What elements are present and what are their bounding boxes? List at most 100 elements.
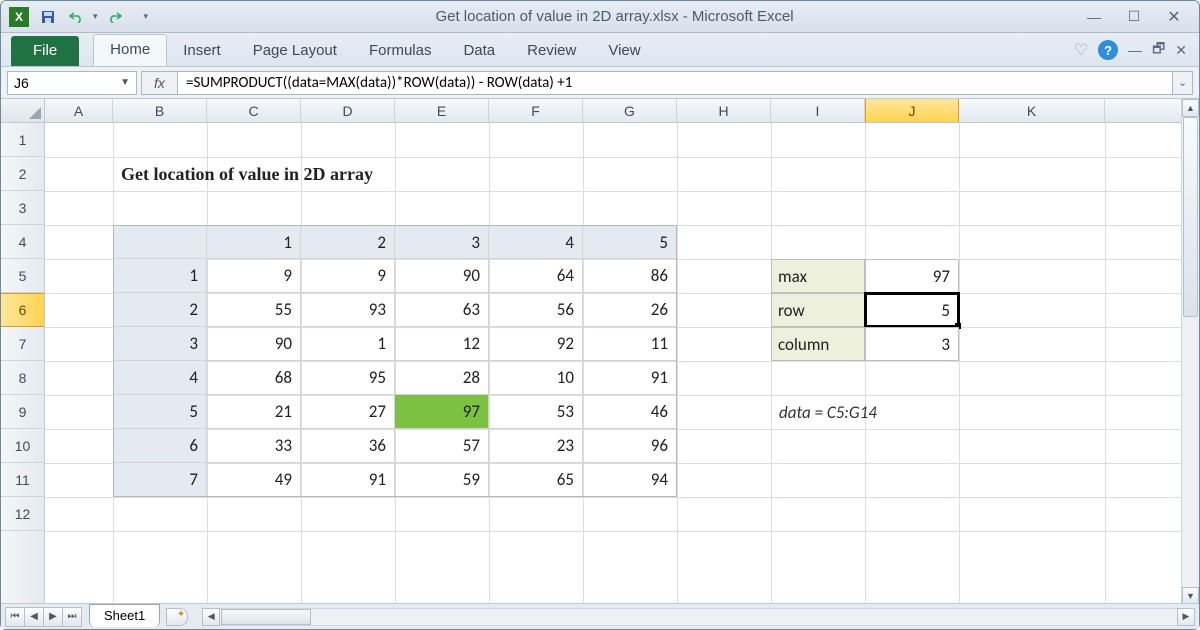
- row-headers: 123456789101112: [1, 123, 45, 605]
- maximize-button[interactable]: ☐: [1121, 8, 1147, 26]
- data-cell: 68: [207, 361, 301, 395]
- data-cell: 53: [489, 395, 583, 429]
- column-header-H[interactable]: H: [677, 99, 771, 122]
- scroll-right-button[interactable]: ▶: [1177, 608, 1195, 626]
- formula-input[interactable]: [177, 71, 1173, 95]
- scroll-up-button[interactable]: ▲: [1182, 99, 1199, 117]
- table-row-header: 2: [113, 293, 207, 327]
- row-header-11[interactable]: 11: [1, 463, 44, 497]
- redo-icon[interactable]: [104, 6, 126, 28]
- data-cell: 27: [301, 395, 395, 429]
- data-cell: 59: [395, 463, 489, 497]
- column-header-A[interactable]: A: [45, 99, 113, 122]
- table-corner: [113, 225, 207, 259]
- data-cell: 93: [301, 293, 395, 327]
- summary-label-column: column: [771, 327, 865, 361]
- fx-icon[interactable]: fx: [141, 71, 177, 95]
- row-header-12[interactable]: 12: [1, 497, 44, 531]
- data-cell: 9: [207, 259, 301, 293]
- table-col-header: 4: [489, 225, 583, 259]
- column-header-D[interactable]: D: [301, 99, 395, 122]
- ribbon-tabs: File Home Insert Page Layout Formulas Da…: [1, 33, 1199, 67]
- next-sheet-button[interactable]: ▶: [43, 607, 63, 627]
- data-cell: 91: [583, 361, 677, 395]
- tab-page-layout[interactable]: Page Layout: [237, 36, 353, 66]
- table-row-header: 1: [113, 259, 207, 293]
- row-header-7[interactable]: 7: [1, 327, 44, 361]
- summary-label-row: row: [771, 293, 865, 327]
- column-header-I[interactable]: I: [771, 99, 865, 122]
- data-cell: 94: [583, 463, 677, 497]
- row-header-3[interactable]: 3: [1, 191, 44, 225]
- prev-sheet-button[interactable]: ◀: [24, 607, 44, 627]
- data-cell: 26: [583, 293, 677, 327]
- undo-icon[interactable]: [65, 6, 87, 28]
- table-row-header: 3: [113, 327, 207, 361]
- sheet-title: Get location of value in 2D array: [113, 157, 677, 191]
- data-cell: 36: [301, 429, 395, 463]
- first-sheet-button[interactable]: ⏮: [5, 607, 25, 627]
- column-header-K[interactable]: K: [959, 99, 1105, 122]
- data-cell: 21: [207, 395, 301, 429]
- scroll-left-button[interactable]: ◀: [202, 608, 220, 626]
- data-cell: 11: [583, 327, 677, 361]
- tab-view[interactable]: View: [592, 36, 656, 66]
- data-cell: 90: [395, 259, 489, 293]
- cells-canvas[interactable]: Get location of value in 2D array1234519…: [45, 123, 1181, 605]
- column-header-C[interactable]: C: [207, 99, 301, 122]
- name-box-value: J6: [14, 75, 29, 91]
- table-col-header: 2: [301, 225, 395, 259]
- save-icon[interactable]: [37, 6, 59, 28]
- data-cell: 1: [301, 327, 395, 361]
- tab-home[interactable]: Home: [93, 34, 167, 66]
- file-tab[interactable]: File: [11, 36, 79, 66]
- last-sheet-button[interactable]: ⏭: [62, 607, 82, 627]
- undo-dropdown-icon[interactable]: ▾: [93, 11, 98, 22]
- minimize-button[interactable]: —: [1081, 8, 1107, 26]
- worksheet-grid[interactable]: ABCDEFGHIJK 123456789101112 Get location…: [1, 99, 1199, 605]
- column-header-F[interactable]: F: [489, 99, 583, 122]
- tab-data[interactable]: Data: [447, 36, 511, 66]
- name-box-dropdown-icon[interactable]: ▼: [120, 77, 130, 88]
- select-all-corner[interactable]: [1, 99, 45, 123]
- sheet-tab-bar: ⏮ ◀ ▶ ⏭ Sheet1 ◀ ▶: [1, 603, 1199, 629]
- column-header-J[interactable]: J: [865, 99, 959, 122]
- help-icon[interactable]: ?: [1098, 40, 1118, 60]
- new-sheet-button[interactable]: [166, 608, 188, 626]
- data-cell: 23: [489, 429, 583, 463]
- column-headers: ABCDEFGHIJK: [45, 99, 1181, 123]
- row-header-4[interactable]: 4: [1, 225, 44, 259]
- row-header-9[interactable]: 9: [1, 395, 44, 429]
- vertical-scroll-thumb[interactable]: [1183, 117, 1198, 317]
- column-header-B[interactable]: B: [113, 99, 207, 122]
- tab-insert[interactable]: Insert: [167, 36, 237, 66]
- vertical-scrollbar[interactable]: ▲ ▼: [1181, 99, 1199, 605]
- row-header-1[interactable]: 1: [1, 123, 44, 157]
- row-header-6[interactable]: 6: [1, 293, 44, 327]
- expand-formula-bar-icon[interactable]: ⌄: [1173, 71, 1193, 95]
- data-cell: 65: [489, 463, 583, 497]
- row-header-10[interactable]: 10: [1, 429, 44, 463]
- name-box[interactable]: J6 ▼: [7, 71, 137, 95]
- minimize-ribbon-icon[interactable]: ♡: [1074, 40, 1088, 60]
- horizontal-scroll-thumb[interactable]: [221, 609, 311, 625]
- horizontal-scrollbar[interactable]: ◀ ▶: [202, 608, 1195, 626]
- column-header-G[interactable]: G: [583, 99, 677, 122]
- summary-label-max: max: [771, 259, 865, 293]
- row-header-5[interactable]: 5: [1, 259, 44, 293]
- mdi-minimize-icon[interactable]: —: [1128, 42, 1142, 58]
- data-cell: 12: [395, 327, 489, 361]
- excel-app-icon: [9, 7, 29, 27]
- data-cell: 91: [301, 463, 395, 497]
- close-button[interactable]: ✕: [1161, 8, 1187, 26]
- mdi-close-icon[interactable]: ✕: [1175, 42, 1187, 59]
- column-header-E[interactable]: E: [395, 99, 489, 122]
- tab-review[interactable]: Review: [511, 36, 592, 66]
- row-header-8[interactable]: 8: [1, 361, 44, 395]
- window-title: Get location of value in 2D array.xlsx -…: [148, 8, 1081, 25]
- mdi-restore-icon[interactable]: 🗗: [1152, 38, 1165, 62]
- sheet-tab[interactable]: Sheet1: [89, 604, 160, 627]
- row-header-2[interactable]: 2: [1, 157, 44, 191]
- tab-formulas[interactable]: Formulas: [353, 36, 448, 66]
- table-row-header: 4: [113, 361, 207, 395]
